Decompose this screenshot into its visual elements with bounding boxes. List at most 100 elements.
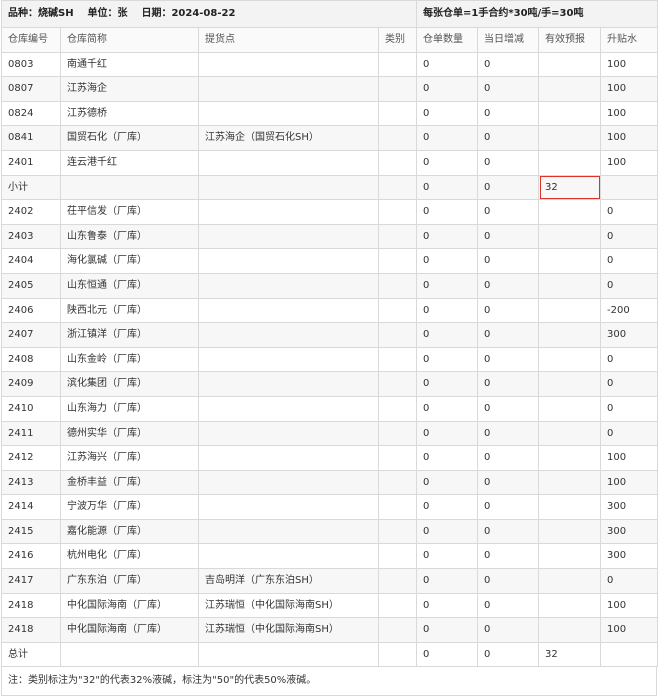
cell-change: 0: [477, 641, 540, 668]
cell-change: 0: [477, 297, 540, 324]
col-header-id: 仓库编号: [1, 27, 61, 53]
cell-name: 海化氯碱（厂库）: [60, 248, 199, 274]
cell-forecast: [538, 568, 602, 594]
table-row: 2413 金桥丰益（厂库） 0 0 100: [1, 469, 659, 496]
product-label: 品种：: [8, 8, 38, 19]
cell-id: 2407: [1, 322, 61, 348]
cell-id: 0824: [1, 100, 61, 127]
cell-forecast: [538, 223, 602, 250]
cell-id: 2412: [1, 445, 61, 471]
cell-premium: [600, 641, 659, 668]
cell-name: [60, 174, 199, 201]
cell-quantity: 0: [416, 149, 479, 176]
cell-id: 2405: [1, 272, 61, 299]
cell-change: 0: [477, 445, 540, 471]
cell-change: 0: [477, 543, 540, 570]
cell-forecast: [538, 494, 602, 520]
cell-quantity: 0: [416, 199, 479, 225]
cell-change: 0: [477, 592, 540, 619]
cell-change: 0: [477, 199, 540, 225]
cell-forecast: [538, 272, 602, 299]
cell-id: 2402: [1, 199, 61, 225]
table-row: 2405 山东恒通（厂库） 0 0 0: [1, 272, 659, 299]
cell-id: 2406: [1, 297, 61, 324]
cell-forecast: [538, 617, 602, 643]
col-header-name: 仓库简称: [60, 27, 199, 53]
cell-category: [377, 641, 418, 668]
cell-forecast: [538, 592, 602, 619]
cell-category: [377, 395, 418, 422]
cell-category: [377, 445, 418, 471]
table-row: 2410 山东海力（厂库） 0 0 0: [1, 395, 659, 422]
cell-id: 总计: [1, 641, 61, 668]
cell-id: 2409: [1, 371, 61, 397]
table-row: 0841 国贸石化（厂库） 江苏海企（国贸石化SH） 0 0 100: [1, 125, 659, 151]
product-value: 烧碱SH: [38, 8, 74, 19]
cell-forecast: [538, 420, 602, 447]
cell-pickup: [198, 248, 379, 274]
cell-pickup: [198, 518, 379, 545]
cell-forecast: [538, 297, 602, 324]
cell-pickup: [198, 346, 379, 373]
cell-premium: 0: [600, 199, 659, 225]
table-row: 2404 海化氯碱（厂库） 0 0 0: [1, 248, 659, 274]
cell-category: [377, 100, 418, 127]
cell-quantity: 0: [416, 125, 479, 151]
cell-change: 0: [477, 568, 540, 594]
cell-name: [60, 641, 199, 668]
cell-category: [377, 272, 418, 299]
cell-premium: [600, 174, 659, 201]
cell-name: 金桥丰益（厂库）: [60, 469, 199, 496]
cell-category: [377, 297, 418, 324]
col-header-quantity: 仓单数量: [416, 27, 479, 53]
cell-name: 南通千红: [60, 51, 199, 78]
cell-forecast: [538, 395, 602, 422]
cell-premium: 0: [600, 272, 659, 299]
cell-category: [377, 149, 418, 176]
table-row: 2417 广东东泊（厂库） 吉岛明洋（广东东泊SH） 0 0 0: [1, 568, 659, 594]
cell-change: 0: [477, 494, 540, 520]
cell-quantity: 0: [416, 346, 479, 373]
cell-premium: 100: [600, 100, 659, 127]
cell-id: 2410: [1, 395, 61, 422]
cell-quantity: 0: [416, 174, 479, 201]
cell-change: 0: [477, 149, 540, 176]
cell-quantity: 0: [416, 395, 479, 422]
cell-premium: 0: [600, 223, 659, 250]
cell-id: 2403: [1, 223, 61, 250]
cell-id: 2408: [1, 346, 61, 373]
cell-change: 0: [477, 617, 540, 643]
cell-id: 2418: [1, 617, 61, 643]
table-row: 2401 连云港千红 0 0 100: [1, 149, 659, 176]
table-row: 2406 陕西北元（厂库） 0 0 -200: [1, 297, 659, 324]
cell-change: 0: [477, 76, 540, 102]
cell-category: [377, 494, 418, 520]
table-row: 0803 南通千红 0 0 100: [1, 51, 659, 78]
cell-premium: 100: [600, 617, 659, 643]
cell-premium: 100: [600, 445, 659, 471]
cell-name: 山东鲁泰（厂库）: [60, 223, 199, 250]
cell-change: 0: [477, 272, 540, 299]
cell-quantity: 0: [416, 272, 479, 299]
cell-premium: -200: [600, 297, 659, 324]
cell-forecast: [538, 371, 602, 397]
cell-name: 滨化集团（厂库）: [60, 371, 199, 397]
cell-change: 0: [477, 125, 540, 151]
cell-name: 中化国际海南（厂库）: [60, 592, 199, 619]
cell-quantity: 0: [416, 420, 479, 447]
cell-category: [377, 125, 418, 151]
date-value: 2024-08-22: [171, 8, 236, 19]
warehouse-table: 品种：烧碱SH 单位：张 日期：2024-08-22 每张仓单=1手合约*30吨…: [0, 0, 659, 668]
cell-quantity: 0: [416, 322, 479, 348]
cell-name: 德州实华（厂库）: [60, 420, 199, 447]
cell-pickup: [198, 420, 379, 447]
cell-name: 山东恒通（厂库）: [60, 272, 199, 299]
date-label: 日期：: [141, 8, 172, 19]
cell-quantity: 0: [416, 248, 479, 274]
cell-premium: 300: [600, 518, 659, 545]
cell-premium: 0: [600, 248, 659, 274]
cell-id: 0803: [1, 51, 61, 78]
cell-category: [377, 223, 418, 250]
cell-name: 广东东泊（厂库）: [60, 568, 199, 594]
cell-premium: 100: [600, 149, 659, 176]
